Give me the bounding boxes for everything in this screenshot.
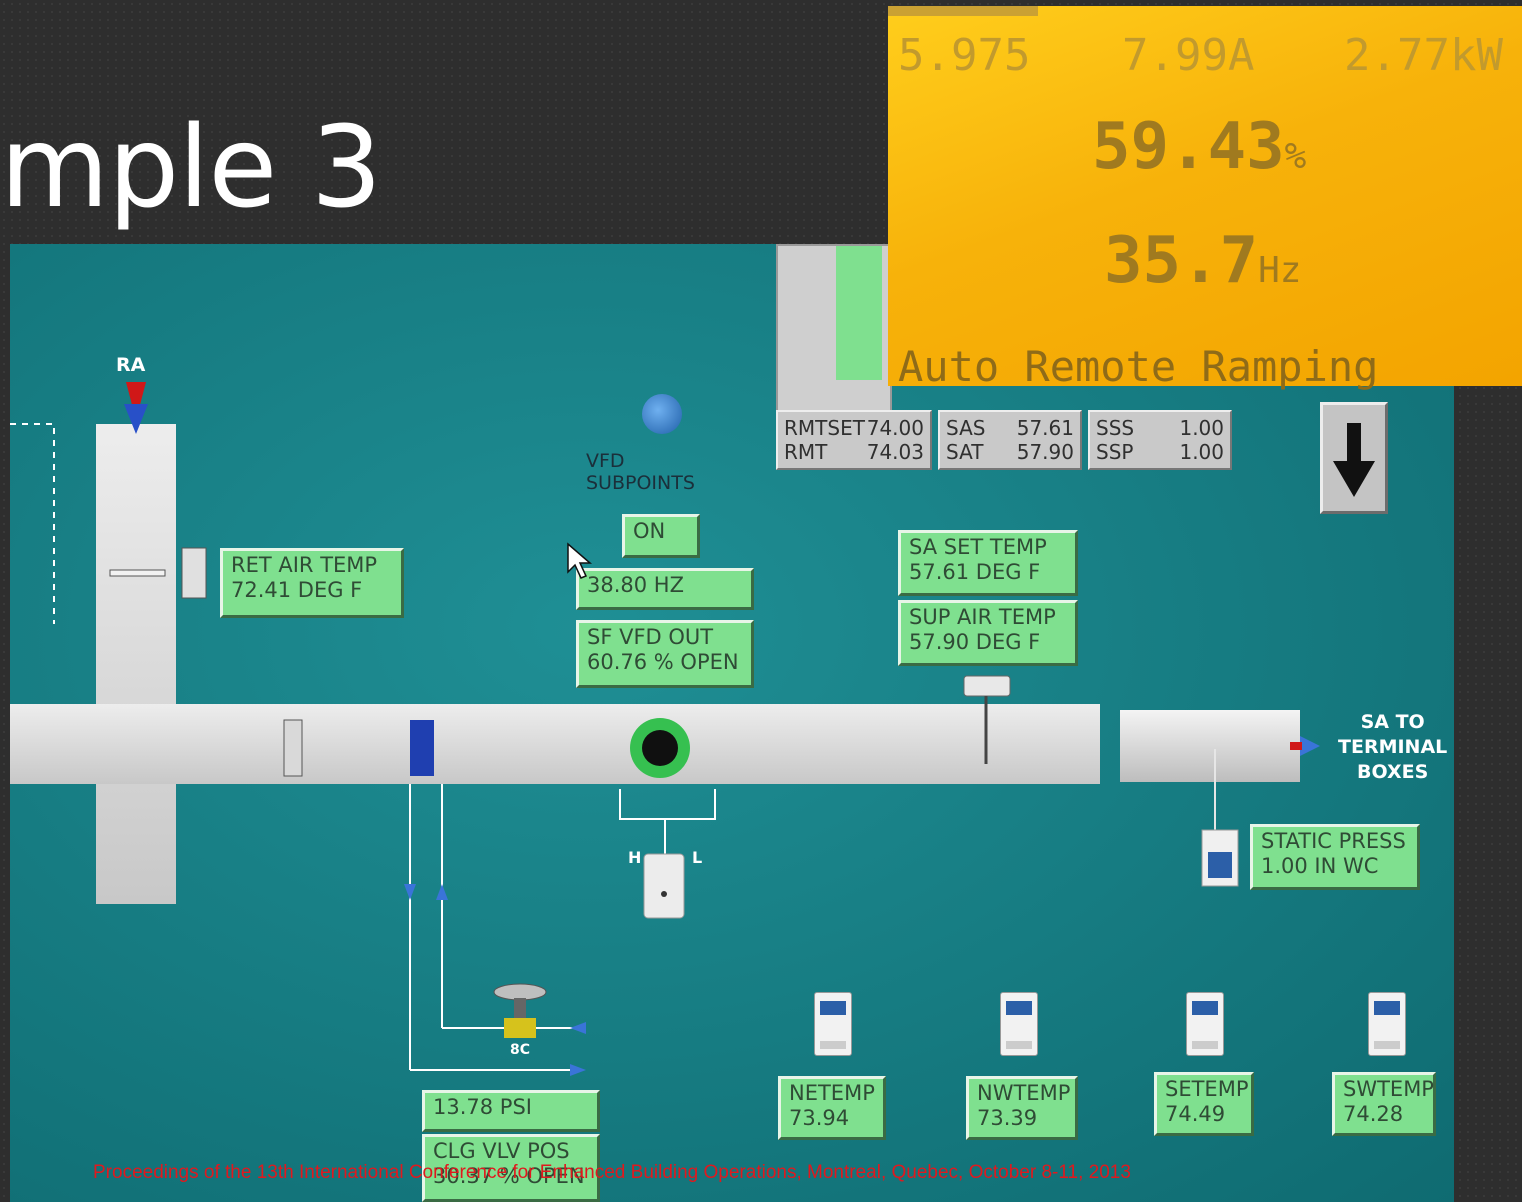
display-top-bar (888, 6, 1038, 16)
vfd-keypad-display: 5.975 7.99A 2.77kW 59.43% 35.7Hz Auto Re… (888, 6, 1522, 391)
globe-icon (642, 394, 682, 434)
sf-vfd-out-value[interactable]: SF VFD OUT 60.76 % OPEN (576, 620, 754, 688)
zone-value: 73.94 (789, 1106, 850, 1130)
thermostat-icon (1368, 992, 1406, 1056)
panel-3-row-2-value: 1.00 (1179, 440, 1224, 464)
zone-temp-nwtemp[interactable]: NWTEMP 73.39 (966, 1076, 1078, 1140)
zone-name: SETEMP (1165, 1077, 1249, 1101)
panel-3-row-1-value: 1.00 (1179, 416, 1224, 440)
frequency-value: 35.7 (1104, 224, 1259, 298)
sa-set-temp-line1: SA SET TEMP (909, 535, 1047, 559)
sa-to-line1: SA TO (1360, 711, 1425, 733)
clg-vlv-pos-line1: CLG VLV POS (433, 1139, 570, 1163)
zone-value: 73.39 (977, 1106, 1038, 1130)
return-air-label: RA (116, 354, 146, 376)
sensor-high-label: H (628, 848, 642, 867)
chw-pressure-value[interactable]: 13.78 PSI (422, 1090, 600, 1132)
vfd-subpoints-label: VFD SUBPOINTS (586, 450, 695, 494)
sa-to-line2: TERMINAL (1338, 736, 1448, 758)
ret-air-temp-line1: RET AIR TEMP (231, 553, 378, 577)
panel-3-row-1-label: SSS (1096, 416, 1135, 440)
sa-to-terminal-label: SA TO TERMINAL BOXES (1338, 710, 1447, 785)
zone-value: 74.49 (1165, 1102, 1226, 1126)
setpoint-panel-static[interactable]: SSS 1.00 SSP 1.00 (1088, 410, 1232, 470)
sup-air-temp-line1: SUP AIR TEMP (909, 605, 1056, 629)
sa-to-line3: BOXES (1356, 761, 1429, 783)
speed-percent-reading: 59.43% (1092, 110, 1306, 184)
panel-2-row-2-label: SAT (946, 440, 984, 464)
valve-label: 8C (510, 1042, 531, 1058)
thermostat-icon (814, 992, 852, 1056)
panel-2-row-2-value: 57.90 (1016, 440, 1074, 464)
zone-temp-swtemp[interactable]: SWTEMP 74.28 (1332, 1072, 1436, 1136)
setpoint-panel-supply-air[interactable]: SAS 57.61 SAT 57.90 (938, 410, 1082, 470)
power-reading: 2.77kW (1344, 30, 1503, 81)
page-down-button[interactable] (1320, 402, 1388, 514)
zone-temp-setemp[interactable]: SETEMP 74.49 (1154, 1072, 1254, 1136)
fan-status-value[interactable]: ON (622, 514, 700, 558)
sup-air-temp-line2: 57.90 DEG F (909, 630, 1041, 654)
zone-name: SWTEMP (1343, 1077, 1434, 1101)
zone-value: 74.28 (1343, 1102, 1404, 1126)
mouse-cursor-icon (567, 542, 593, 579)
zone-temp-netemp[interactable]: NETEMP 73.94 (778, 1076, 886, 1140)
panel-1-row-2-label: RMT (784, 440, 828, 464)
panel-1-row-2-value: 74.03 (866, 440, 924, 464)
zone-name: NWTEMP (977, 1081, 1071, 1105)
sup-air-temp-value[interactable]: SUP AIR TEMP 57.90 DEG F (898, 600, 1078, 666)
drive-status-text: Auto Remote Ramping (898, 342, 1379, 391)
static-press-line1: STATIC PRESS (1261, 829, 1406, 853)
panel-1-row-1-value: 74.00 (866, 416, 924, 440)
slide-title: mple 3 (0, 103, 382, 233)
vfd-subpoints-link[interactable]: VFD SUBPOINTS (586, 394, 736, 494)
thermostat-icon (1186, 992, 1224, 1056)
sensor-low-label: L (692, 848, 703, 867)
current-reading: 7.99A (1122, 30, 1255, 81)
arrow-down-icon (1333, 423, 1375, 497)
frequency-unit: Hz (1258, 250, 1302, 291)
setpoint-panel-remote[interactable]: RMTSET 74.00 RMT 74.03 (776, 410, 932, 470)
speed-percent-value: 59.43 (1092, 110, 1285, 184)
zone-name: NETEMP (789, 1081, 875, 1105)
sf-vfd-out-line2: 60.76 % OPEN (587, 650, 739, 674)
panel-1-row-1-label: RMTSET (784, 416, 865, 440)
panel-2-row-1-label: SAS (946, 416, 986, 440)
ret-air-temp-line2: 72.41 DEG F (231, 578, 363, 602)
panel-3-row-2-label: SSP (1096, 440, 1134, 464)
voltage-reading: 5.975 (898, 30, 1031, 81)
frequency-reading: 35.7Hz (1104, 224, 1301, 298)
sf-vfd-out-line1: SF VFD OUT (587, 625, 714, 649)
panel-2-row-1-value: 57.61 (1016, 416, 1074, 440)
fan-speed-hz-value[interactable]: 38.80 HZ (576, 568, 754, 610)
ret-air-temp-value[interactable]: RET AIR TEMP 72.41 DEG F (220, 548, 404, 618)
sa-set-temp-line2: 57.61 DEG F (909, 560, 1041, 584)
static-press-line2: 1.00 IN WC (1261, 854, 1379, 878)
conference-footer: Proceedings of the 13th International Co… (93, 1162, 1131, 1183)
sa-set-temp-value[interactable]: SA SET TEMP 57.61 DEG F (898, 530, 1078, 596)
speed-percent-unit: % (1284, 136, 1307, 177)
setpoint-panel-top-frame (776, 244, 892, 414)
thermostat-icon (1000, 992, 1038, 1056)
static-press-value[interactable]: STATIC PRESS 1.00 IN WC (1250, 824, 1420, 890)
